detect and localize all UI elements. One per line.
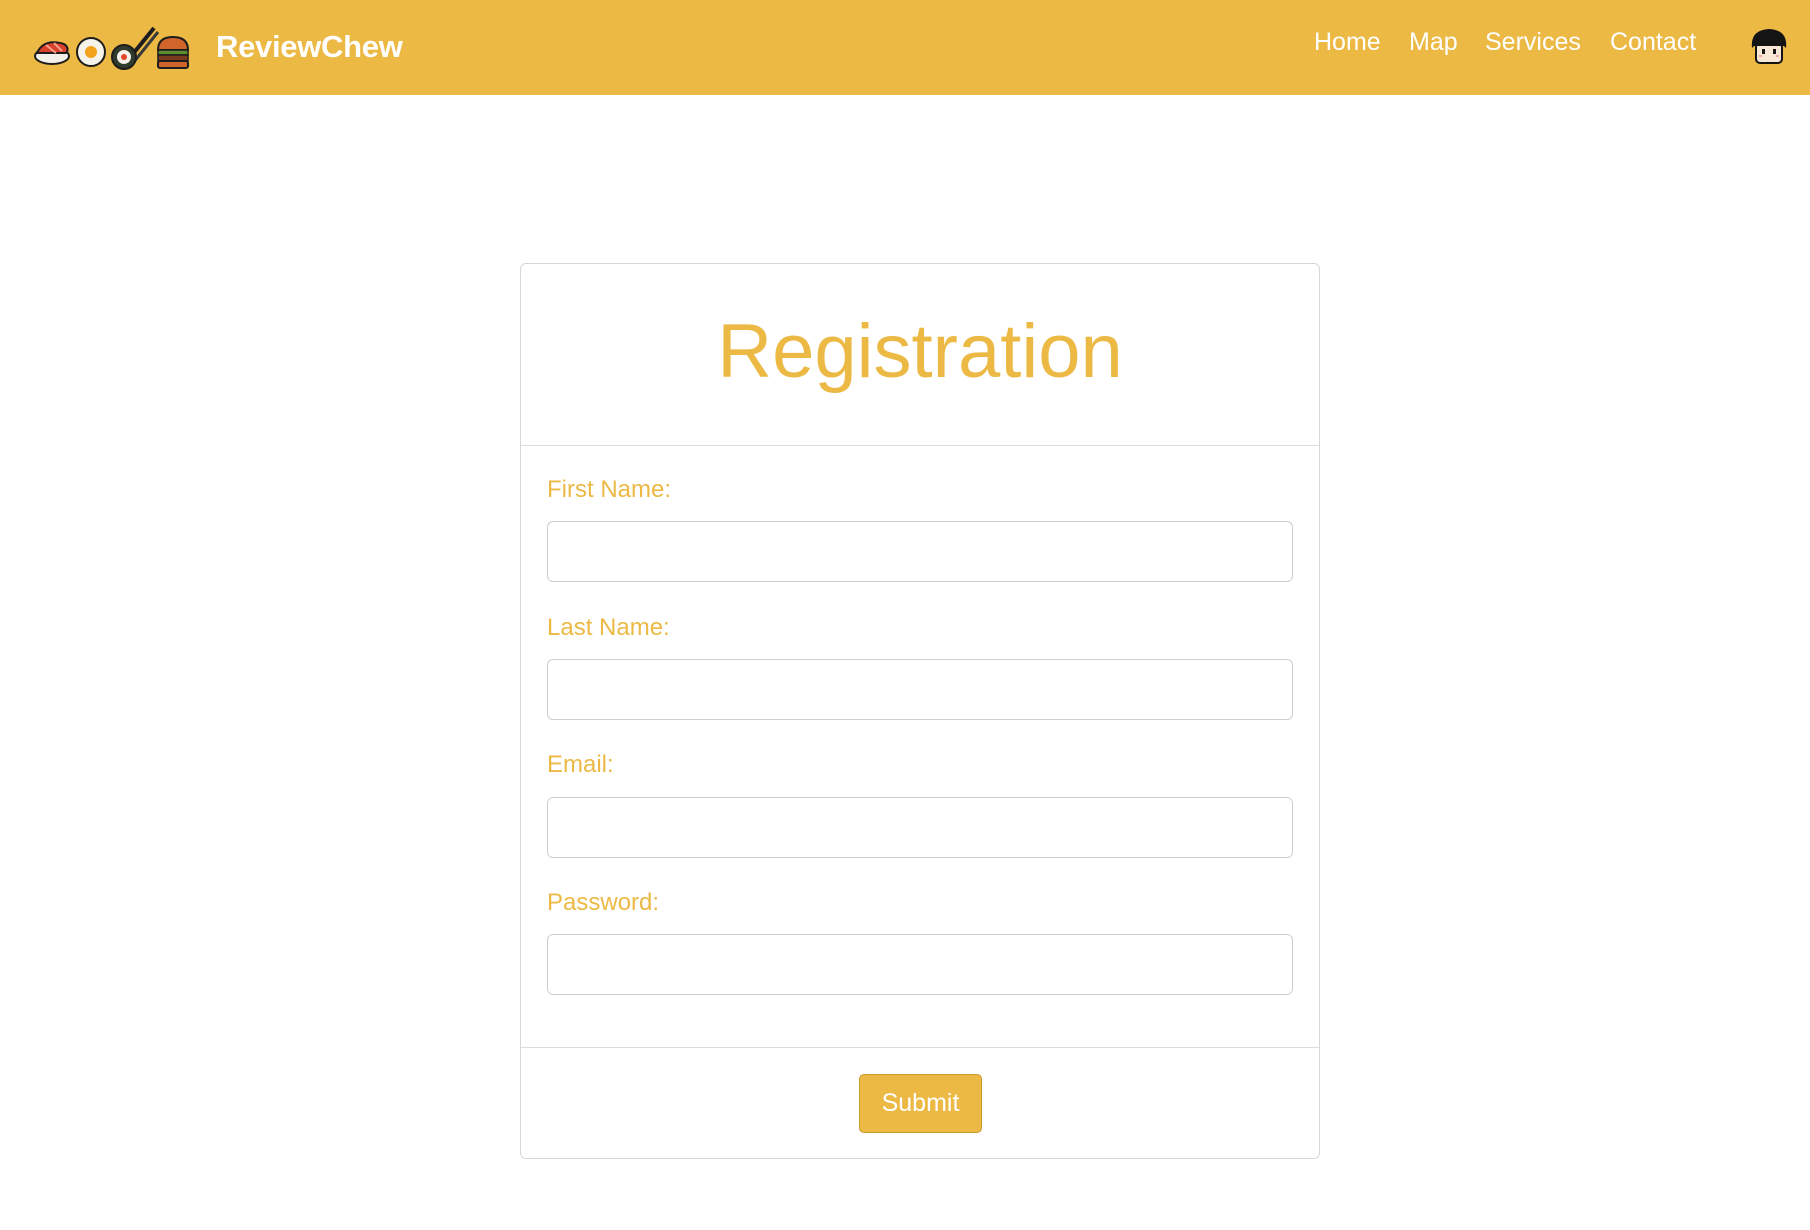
email-label: Email: [547,751,614,778]
first-name-field[interactable] [547,521,1293,582]
brand-name[interactable]: ReviewChew [216,28,403,66]
registration-card: Registration First Name: Last Name: Emai… [520,263,1320,1159]
nav-link-contact[interactable]: Contact [1610,26,1696,66]
food-logo[interactable] [32,26,192,72]
sushi-roll-chopsticks-icon [111,26,160,70]
email-field[interactable] [547,797,1293,858]
nav-link-services[interactable]: Services [1485,26,1581,66]
top-navbar: ReviewChew Home Map Services Contact [0,0,1810,95]
user-avatar-icon[interactable] [1748,26,1790,68]
sushi-icon [34,41,70,65]
nav-link-map[interactable]: Map [1409,26,1458,66]
submit-button[interactable]: Submit [859,1074,982,1133]
password-field[interactable] [547,934,1293,995]
page-title: Registration [717,309,1123,394]
nav-link-home[interactable]: Home [1314,26,1381,66]
first-name-label: First Name: [547,476,672,503]
password-label: Password: [547,889,660,916]
card-header: Registration [521,264,1319,446]
burger-icon [156,35,190,69]
last-name-field[interactable] [547,659,1293,720]
egg-icon [76,37,106,67]
card-footer: Submit [521,1047,1319,1158]
last-name-label: Last Name: [547,614,670,641]
